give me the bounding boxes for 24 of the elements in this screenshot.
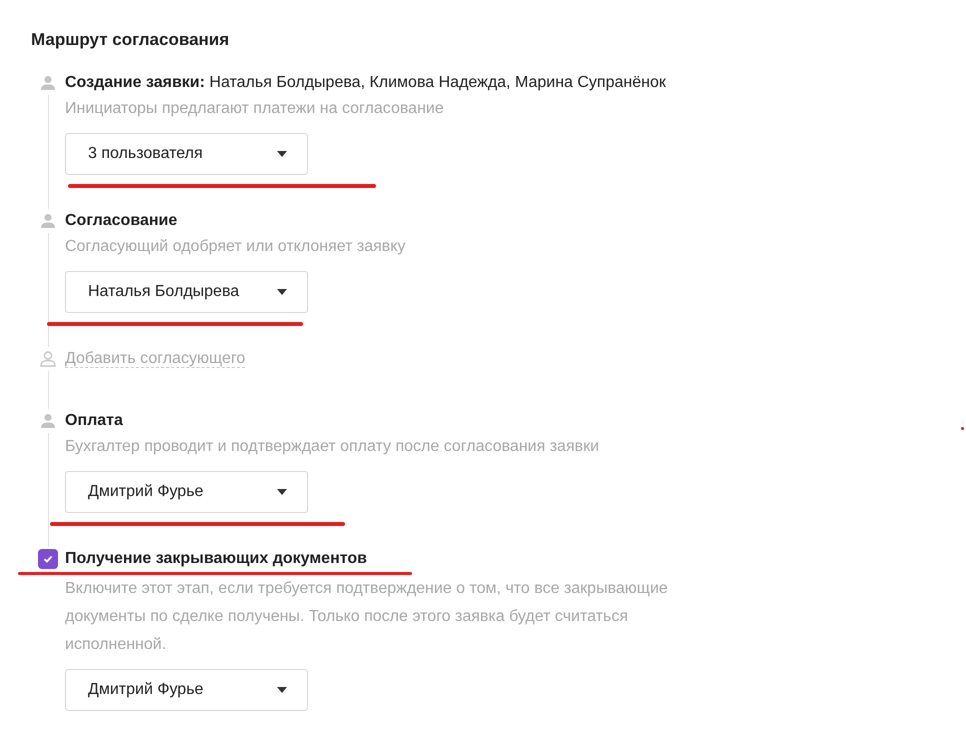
caret-icon: [277, 489, 287, 495]
step-description: Согласующий одобряет или отклоняет заявку: [65, 237, 406, 257]
user-dropdown[interactable]: Дмитрий Фурье: [65, 471, 308, 513]
person-icon: [40, 413, 56, 429]
user-dropdown[interactable]: Наталья Болдырева: [65, 271, 308, 313]
caret-icon: [277, 289, 287, 295]
section-title: Маршрут согласования: [31, 29, 230, 51]
step-title: Получение закрывающих документов: [65, 547, 367, 571]
step-description: Включите этот этап, если требуется подтверждение о том, что все закрывающие документы по сделке получены. Только после этого заявка будет считаться исполненной.: [65, 579, 669, 655]
step-description: Бухгалтер проводит и подтверждает оплату после согласования заявки: [65, 437, 600, 457]
step-title: Согласование: [65, 211, 178, 231]
step-title: Оплата: [65, 411, 123, 431]
caret-icon: [277, 687, 287, 693]
annotation-dot: [961, 427, 964, 430]
person-icon: [40, 351, 56, 367]
checkbox[interactable]: [38, 549, 58, 569]
user-dropdown[interactable]: 3 пользователя: [65, 133, 308, 175]
step-description: Инициаторы предлагают платежи на согласование: [65, 99, 445, 119]
person-icon: [40, 213, 56, 229]
caret-icon: [277, 151, 287, 157]
check-icon: [42, 553, 54, 565]
person-icon: [40, 75, 56, 91]
step-title: Создание заявки: Наталья Болдырева, Климова Надежда, Марина Супранёнок: [65, 73, 666, 93]
user-dropdown[interactable]: Дмитрий Фурье: [65, 669, 308, 711]
